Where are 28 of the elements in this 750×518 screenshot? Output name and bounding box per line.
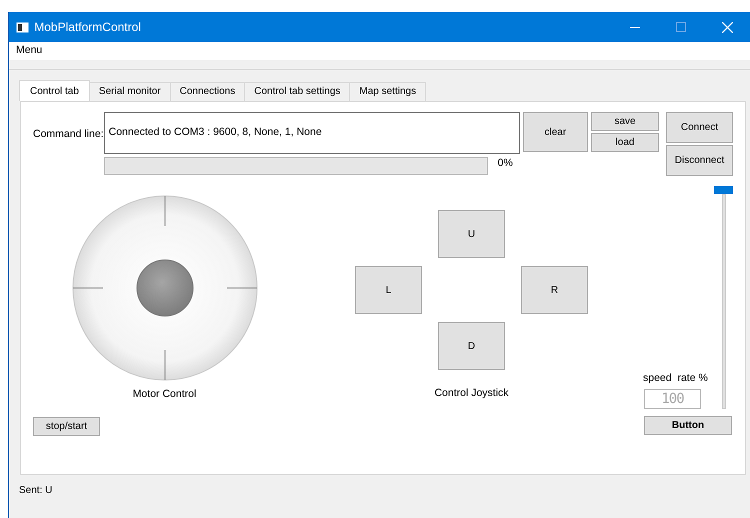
app-icon <box>16 22 29 32</box>
tab[interactable]: Control tab <box>19 80 90 101</box>
command-line-field[interactable]: Connected to COM3 : 9600, 8, None, 1, None <box>104 112 520 154</box>
disconnect-button[interactable]: Disconnect <box>666 145 733 176</box>
window-title: MobPlatformControl <box>34 19 142 36</box>
connect-button[interactable]: Connect <box>666 112 733 143</box>
close-icon <box>722 22 732 32</box>
direction-button[interactable]: D <box>438 322 505 370</box>
stop-start-button[interactable]: stop/start <box>33 416 100 436</box>
clear-button[interactable]: clear <box>522 112 588 152</box>
menu-item[interactable]: Menu <box>16 43 42 59</box>
direction-button[interactable]: L <box>355 266 422 314</box>
motor-control-dial[interactable] <box>72 195 258 381</box>
speed-button[interactable]: Button <box>644 416 732 435</box>
save-button[interactable]: save <box>591 112 659 131</box>
control-joystick-label: Control Joystick <box>433 386 510 401</box>
speed-rate-label: speed rate % <box>643 370 709 386</box>
direction-button[interactable]: R <box>521 266 588 314</box>
minimize-icon <box>630 26 640 28</box>
status-text: Sent: U <box>19 484 54 498</box>
load-button[interactable]: load <box>591 133 659 152</box>
motor-control-label: Motor Control <box>132 387 198 402</box>
tab[interactable]: Map settings <box>349 82 426 101</box>
progress-reading: 0% <box>498 156 513 171</box>
direction-button[interactable]: U <box>438 210 505 258</box>
command-line-label: Command line: <box>33 127 104 142</box>
maximize-icon <box>676 22 686 32</box>
speed-display: 100 <box>644 389 701 409</box>
